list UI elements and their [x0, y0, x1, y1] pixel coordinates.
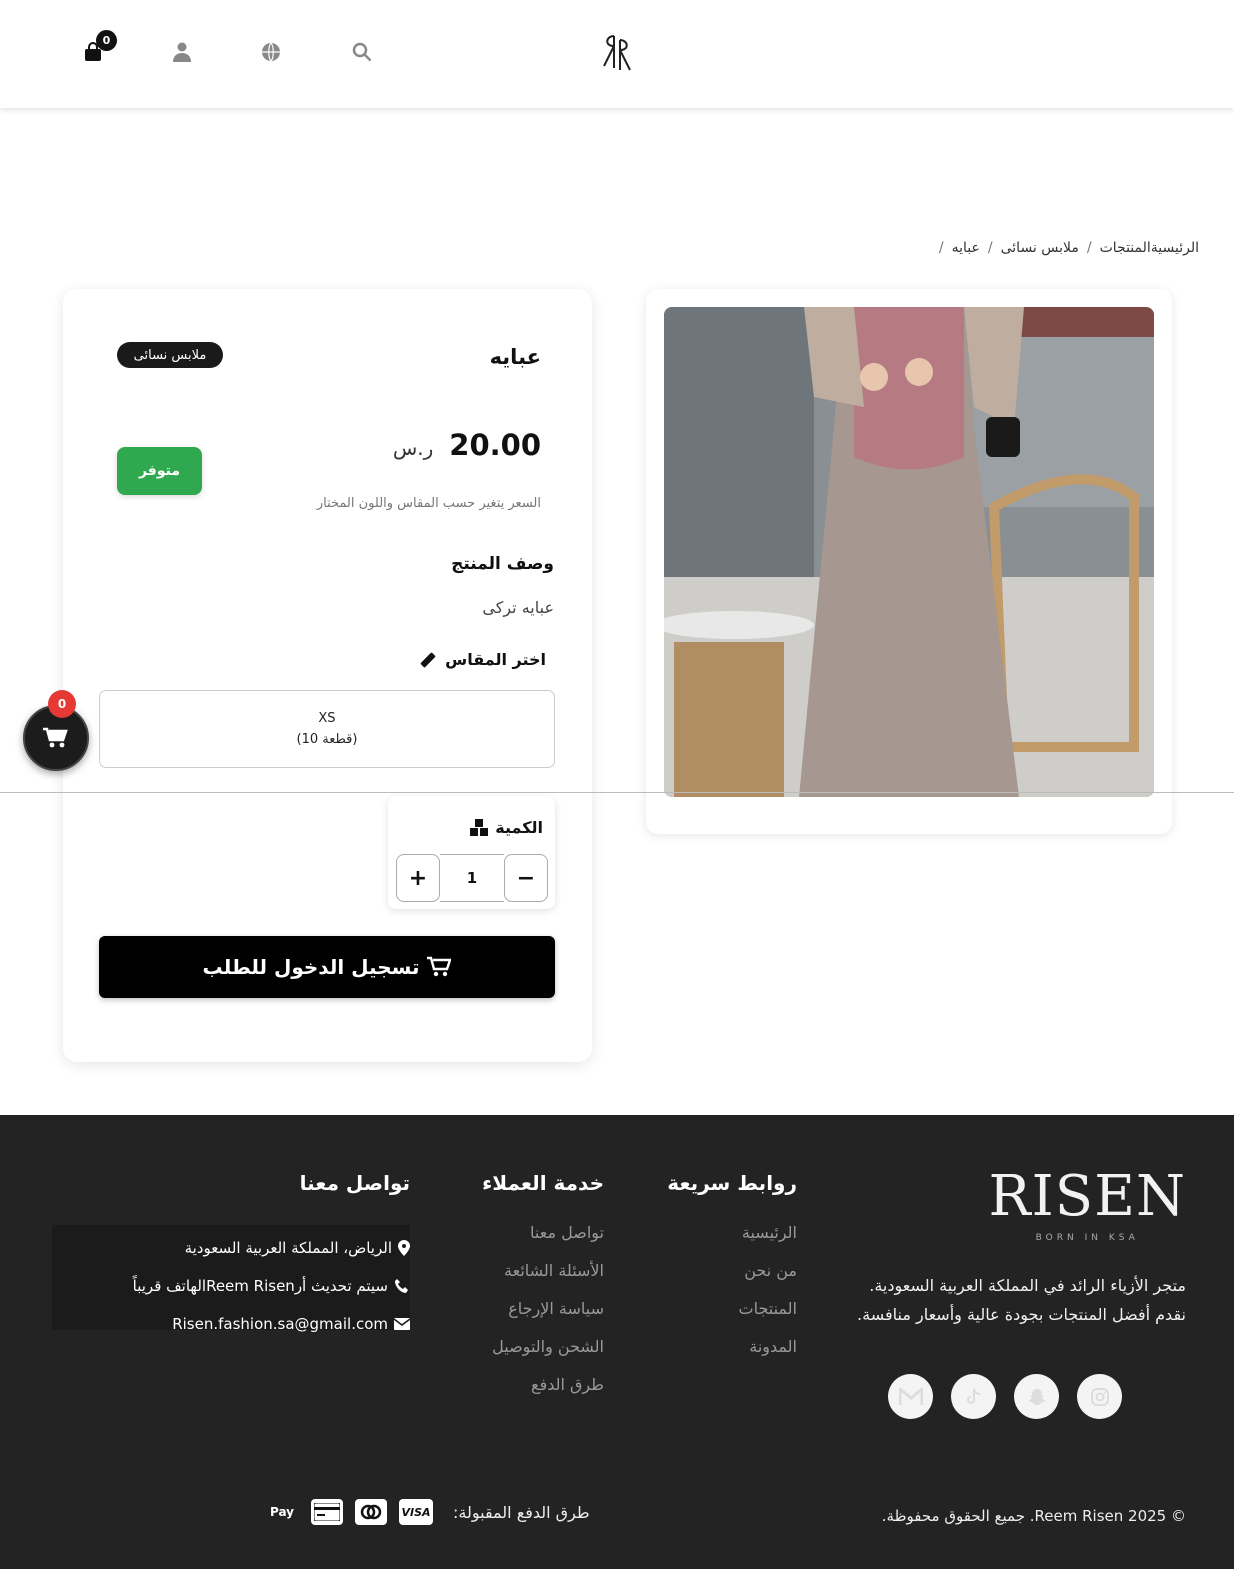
product-title: عبايه	[489, 345, 541, 369]
footer-link-products[interactable]: المنتجات	[667, 1299, 798, 1337]
breadcrumb-category[interactable]: ملابس نسائى	[1001, 240, 1079, 256]
contact-phone-text: سيتم تحديث أرReem Risenالهاتف قريباً	[132, 1277, 388, 1295]
payment-methods: Pay VISA طرق الدفع المقبولة:	[265, 1499, 590, 1525]
envelope-icon	[394, 1318, 410, 1330]
footer-link-payment[interactable]: طرق الدفع	[482, 1375, 604, 1413]
category-badge[interactable]: ملابس نسائى	[117, 342, 223, 368]
description-text: عبايه تركى	[482, 598, 554, 617]
product-price: 20.00 ر.س	[393, 428, 541, 462]
ruler-icon	[420, 652, 436, 667]
description-heading: وصف المنتج	[451, 554, 554, 574]
mastercard-icon	[355, 1499, 387, 1525]
site-logo[interactable]	[600, 32, 634, 81]
contact-address-text: الرياض، المملكة العربية السعودية	[184, 1239, 392, 1257]
contact-address: الرياض، المملكة العربية السعودية	[52, 1229, 410, 1267]
divider-line	[0, 792, 1234, 793]
cart-count-badge: 0	[96, 30, 117, 51]
quick-links-column: روابط سريعة الرئيسية من نحن المنتجات الم…	[667, 1171, 797, 1375]
card-icon	[311, 1499, 343, 1525]
social-links	[888, 1374, 1122, 1419]
cart-icon	[427, 956, 452, 977]
footer-link-about[interactable]: من نحن	[667, 1261, 797, 1299]
footer-link-shipping[interactable]: الشحن والتوصيل	[482, 1337, 604, 1375]
footer-brand-name: RISEN	[988, 1164, 1186, 1229]
contact-email-text[interactable]: Risen.fashion.sa@gmail.com	[172, 1315, 388, 1333]
footer-link-returns[interactable]: سياسة الإرجاع	[482, 1299, 604, 1337]
instagram-icon[interactable]	[1077, 1374, 1122, 1419]
footer-link-contact[interactable]: تواصل معنا	[482, 1223, 604, 1261]
breadcrumb-current: عبايه	[951, 240, 980, 256]
contact-email[interactable]: Risen.fashion.sa@gmail.com	[52, 1305, 410, 1343]
contact-column: تواصل معنا	[300, 1171, 410, 1223]
copyright-text: © 2025 Reem Risen. جميع الحقوق محفوظة.	[881, 1507, 1186, 1525]
size-heading-label: اختر المقاس	[445, 650, 546, 669]
user-icon[interactable]	[170, 40, 194, 64]
breadcrumb-home[interactable]: الرئيسيةالمنتجات	[1100, 240, 1199, 256]
login-to-order-label: تسجيل الدخول للطلب	[202, 955, 420, 979]
mail-icon[interactable]	[888, 1374, 933, 1419]
price-note: السعر يتغير حسب المقاس واللون المختار	[316, 496, 541, 511]
quantity-input[interactable]: 1	[440, 854, 504, 902]
phone-icon	[395, 1279, 408, 1293]
breadcrumb-separator: /	[1086, 240, 1092, 256]
quantity-heading: الكمية	[469, 818, 543, 837]
search-icon[interactable]	[350, 40, 374, 64]
size-option-label: XS	[318, 711, 336, 726]
price-currency: ر.س	[392, 436, 434, 460]
footer-brand-tagline: BORN IN KSA	[1035, 1233, 1139, 1243]
site-footer: RISEN BORN IN KSA متجر الأزياء الرائد في…	[0, 1115, 1234, 1569]
stock-status-button[interactable]: متوفر	[117, 447, 202, 495]
cart-icon	[43, 727, 68, 748]
breadcrumb-separator: /	[938, 240, 944, 256]
quantity-increase-button[interactable]: +	[396, 854, 440, 902]
size-option-xs[interactable]: XS (10 قطعة)	[99, 690, 555, 768]
breadcrumb: الرئيسيةالمنتجات / ملابس نسائى / عبايه /	[939, 240, 1199, 256]
quick-links-heading: روابط سريعة	[667, 1171, 797, 1195]
footer-brand: RISEN BORN IN KSA	[988, 1164, 1186, 1244]
snapchat-icon[interactable]	[1014, 1374, 1059, 1419]
quantity-stepper: + 1 −	[396, 854, 548, 902]
quantity-card: الكمية + 1 −	[388, 796, 555, 909]
login-to-order-button[interactable]: تسجيل الدخول للطلب	[99, 936, 555, 998]
logo-mark-icon	[603, 35, 631, 71]
footer-link-blog[interactable]: المدونة	[667, 1337, 797, 1375]
size-heading: اختر المقاس	[419, 650, 546, 669]
apple-pay-icon: Pay	[269, 1505, 295, 1519]
location-pin-icon	[398, 1240, 410, 1256]
boxes-icon	[470, 818, 489, 836]
floating-cart-badge: 0	[48, 690, 76, 718]
quantity-decrease-button[interactable]: −	[504, 854, 548, 902]
footer-link-faq[interactable]: الأسئلة الشائعة	[482, 1261, 604, 1299]
contact-info: الرياض، المملكة العربية السعودية سيتم تح…	[52, 1225, 410, 1333]
footer-link-home[interactable]: الرئيسية	[667, 1223, 797, 1261]
quantity-heading-label: الكمية	[495, 818, 543, 837]
contact-phone: سيتم تحديث أرReem Risenالهاتف قريباً	[52, 1267, 410, 1305]
price-value: 20.00	[449, 428, 541, 462]
size-option-stock: (10 قطعة)	[296, 732, 358, 747]
site-header: 0	[0, 0, 1234, 108]
customer-service-column: خدمة العملاء تواصل معنا الأسئلة الشائعة …	[482, 1171, 604, 1413]
breadcrumb-separator: /	[987, 240, 993, 256]
visa-icon: VISA	[399, 1499, 433, 1525]
tiktok-icon[interactable]	[951, 1374, 996, 1419]
product-photo[interactable]	[664, 307, 1154, 797]
contact-heading: تواصل معنا	[299, 1171, 410, 1195]
globe-icon[interactable]	[259, 40, 283, 64]
payment-methods-label: طرق الدفع المقبولة:	[453, 1502, 590, 1522]
footer-about: متجر الأزياء الرائد في المملكة العربية ا…	[857, 1276, 1186, 1324]
customer-service-heading: خدمة العملاء	[482, 1171, 604, 1195]
